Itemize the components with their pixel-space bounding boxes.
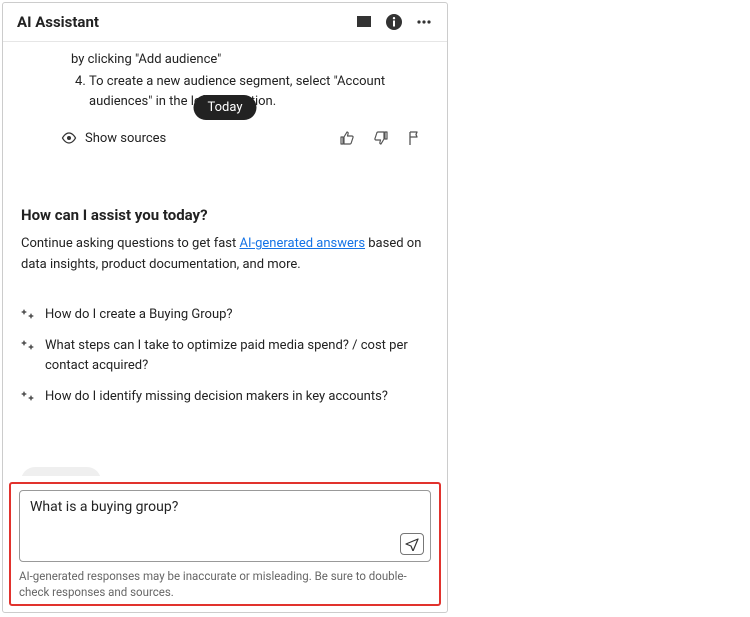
show-sources-label: Show sources [85,131,166,146]
conversation-area: Today by clicking "Add audience" To crea… [3,42,447,476]
send-icon [405,537,419,551]
more-icon[interactable] [415,13,433,31]
ai-answers-link[interactable]: AI-generated answers [239,236,365,251]
message-input[interactable]: What is a buying group? [19,490,431,562]
sparkle-icon [21,338,35,352]
feedback-actions [339,130,429,146]
message-input-text: What is a buying group? [30,499,420,515]
show-sources-toggle[interactable]: Show sources [61,130,329,146]
assist-subtext: Continue asking questions to get fast AI… [21,234,429,274]
ai-assistant-panel: AI Assistant Today by clicking "Add audi… [2,2,448,613]
refresh-wrap: Refresh [21,467,429,476]
suggestions-list: How do I create a Buying Group? What ste… [21,299,429,413]
input-area-highlight: What is a buying group? AI-generated res… [9,482,441,606]
fullscreen-icon[interactable] [355,13,373,31]
assist-heading: How can I assist you today? [21,206,429,224]
step-4: To create a new audience segment, select… [89,72,429,112]
panel-title: AI Assistant [17,13,347,31]
suggestion-item[interactable]: What steps can I take to optimize paid m… [21,330,429,381]
suggestion-item[interactable]: How do I create a Buying Group? [21,299,429,331]
sparkle-icon [21,389,35,403]
panel-header: AI Assistant [3,3,447,42]
thumbs-down-icon[interactable] [373,130,389,146]
sparkle-icon [21,307,35,321]
header-actions [355,13,433,31]
flag-icon[interactable] [407,130,423,146]
send-button[interactable] [400,533,424,555]
info-icon[interactable] [385,13,403,31]
eye-icon [61,130,77,146]
date-pill: Today [193,95,256,120]
thumbs-up-icon[interactable] [339,130,355,146]
suggestion-item[interactable]: How do I identify missing decision maker… [21,381,429,413]
refresh-button[interactable]: Refresh [21,467,101,476]
step-3-partial: by clicking "Add audience" [71,50,429,70]
suggestion-text: What steps can I take to optimize paid m… [45,336,429,375]
suggestion-text: How do I identify missing decision maker… [45,387,388,407]
suggestion-text: How do I create a Buying Group? [45,305,233,325]
sources-row: Show sources [21,124,429,152]
disclaimer-text: AI-generated responses may be inaccurate… [19,568,431,600]
